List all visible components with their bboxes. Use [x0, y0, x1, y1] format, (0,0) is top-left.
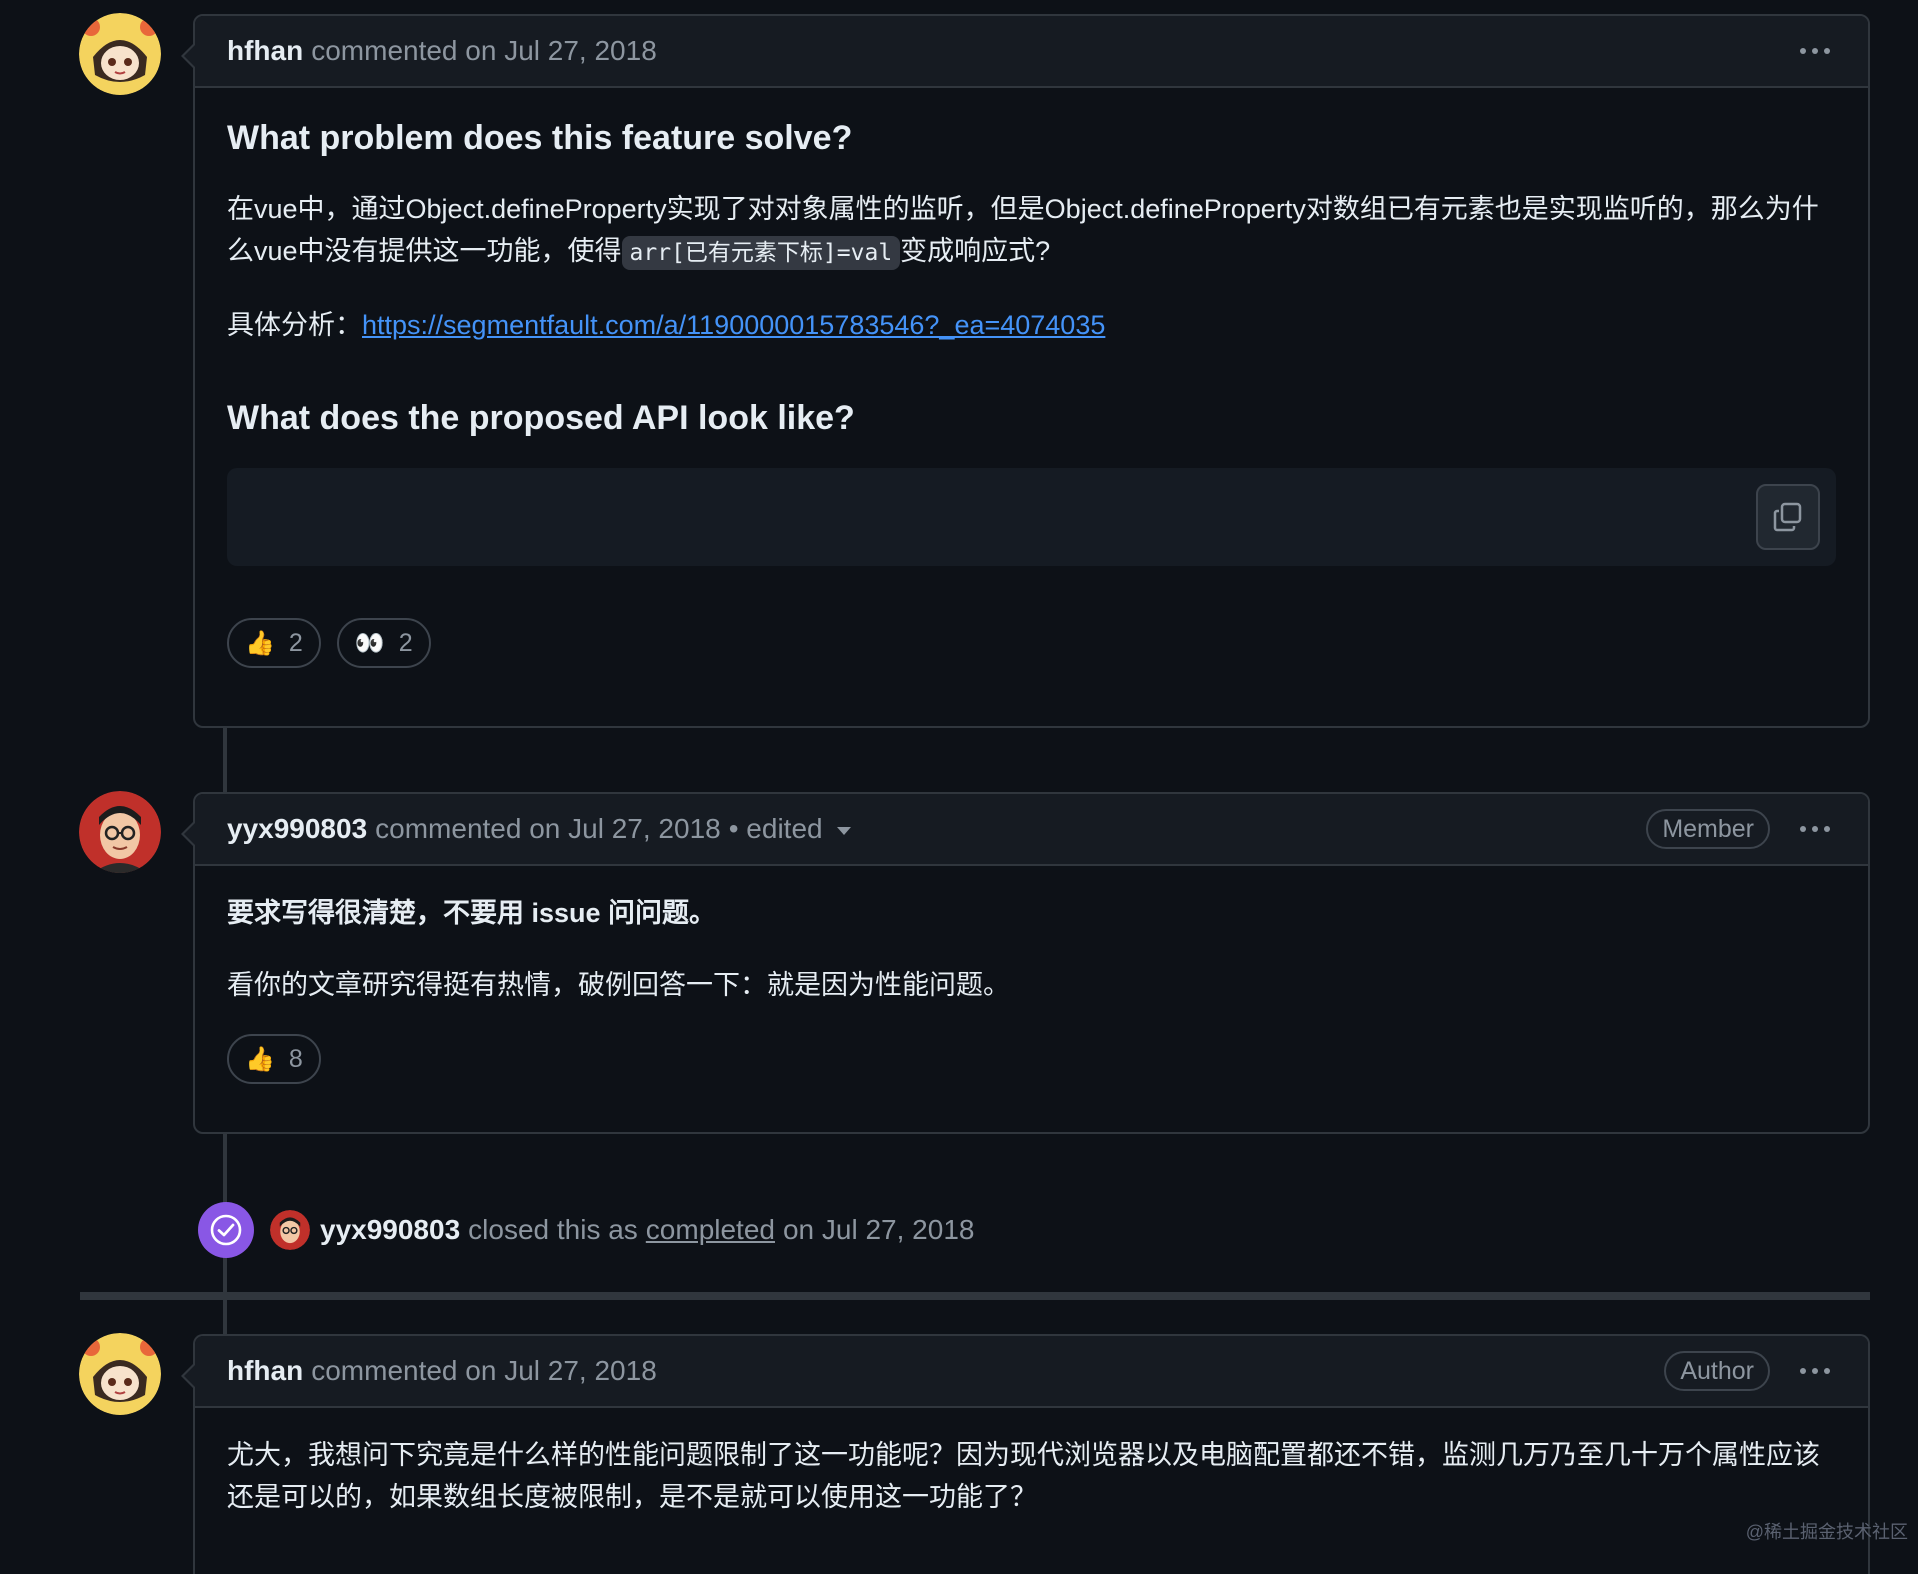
reactions-bar: 👍 8 [227, 1034, 1836, 1084]
comment-author[interactable]: hfhan [227, 35, 303, 67]
avatar-yyx990803-image [79, 791, 161, 873]
comment-header: yyx990803 commented on Jul 27, 2018 • ed… [195, 794, 1868, 866]
comment-timestamp[interactable]: commented on Jul 27, 2018 [375, 813, 721, 845]
comment-card: yyx990803 commented on Jul 27, 2018 • ed… [181, 792, 1870, 1134]
author-badge: Author [1664, 1351, 1770, 1391]
reaction-thumbs-up[interactable]: 👍 2 [227, 618, 321, 668]
more-options-icon[interactable] [1794, 1364, 1836, 1378]
analysis-link[interactable]: https://segmentfault.com/a/1190000015783… [362, 310, 1105, 340]
more-options-icon[interactable] [1794, 822, 1836, 836]
avatar-hfhan-image [79, 13, 161, 95]
copy-button[interactable] [1756, 484, 1820, 550]
comment-paragraph: 在vue中，通过Object.defineProperty实现了对对象属性的监听… [227, 188, 1836, 274]
timeline-line [223, 728, 227, 792]
inline-code: arr[已有元素下标]=val [621, 236, 901, 270]
comment-body: 要求写得很清楚，不要用 issue 问问题。 看你的文章研究得挺有热情，破例回答… [195, 866, 1868, 1114]
comment-paragraph: 尤大，我想问下究竟是什么样的性能问题限制了这一功能呢？因为现代浏览器以及电脑配置… [227, 1440, 1820, 1512]
comment-bold-line: 要求写得很清楚，不要用 issue 问问题。 [227, 898, 717, 928]
reactions-bar: 👍 2 👀 2 [227, 618, 1836, 668]
timeline-divider [80, 1292, 1870, 1300]
avatar-yyx990803-mini [270, 1210, 310, 1250]
avatar[interactable] [79, 791, 161, 873]
check-circle-icon [198, 1202, 254, 1258]
member-badge: Member [1646, 809, 1770, 849]
reaction-thumbs-up[interactable]: 👍 8 [227, 1034, 321, 1084]
comment-author[interactable]: hfhan [227, 1355, 303, 1387]
check-circle-glyph [210, 1214, 242, 1246]
avatar[interactable] [79, 13, 161, 95]
thumbs-up-icon: 👍 [245, 629, 275, 657]
more-options-icon[interactable] [1794, 44, 1836, 58]
comment-header: hfhan commented on Jul 27, 2018 Author [195, 1336, 1868, 1408]
event-actor[interactable]: yyx990803 [320, 1214, 460, 1246]
paragraph-text: 变成响应式? [900, 236, 1051, 266]
caret-down-icon [836, 827, 851, 835]
avatar[interactable] [79, 1333, 161, 1415]
comment-timestamp[interactable]: commented on Jul 27, 2018 [311, 1355, 657, 1387]
thumbs-up-icon: 👍 [245, 1045, 275, 1073]
watermark: @稀土掘金技术社区 [1745, 1522, 1908, 1542]
comment-card: hfhan commented on Jul 27, 2018 Author 尤… [181, 1334, 1870, 1574]
comment-author[interactable]: yyx990803 [227, 813, 367, 845]
avatar-hfhan-image [79, 1333, 161, 1415]
reaction-count: 2 [398, 628, 413, 657]
reaction-eyes[interactable]: 👀 2 [336, 618, 431, 668]
avatar[interactable] [270, 1210, 310, 1250]
reaction-count: 2 [288, 628, 303, 657]
edited-label: • edited [728, 813, 823, 844]
edited-dropdown[interactable]: • edited [729, 813, 851, 845]
comment-card: hfhan commented on Jul 27, 2018 What pro… [181, 14, 1870, 728]
comment-body: 尤大，我想问下究竟是什么样的性能问题限制了这一功能呢？因为现代浏览器以及电脑配置… [195, 1408, 1868, 1568]
comment-header: hfhan commented on Jul 27, 2018 [195, 16, 1868, 88]
section-heading: What problem does this feature solve? [227, 119, 853, 157]
event-timestamp[interactable]: on Jul 27, 2018 [783, 1214, 975, 1246]
completed-link[interactable]: completed [646, 1214, 775, 1245]
analysis-label: 具体分析： [227, 310, 362, 340]
code-block [227, 468, 1836, 566]
eyes-icon: 👀 [354, 629, 385, 657]
event-text: closed this as [468, 1214, 638, 1245]
comment-timestamp[interactable]: commented on Jul 27, 2018 [311, 35, 657, 67]
comment-paragraph: 看你的文章研究得挺有热情，破例回答一下：就是因为性能问题。 [227, 970, 1010, 1000]
reaction-count: 8 [288, 1044, 303, 1073]
comment-body: What problem does this feature solve? 在v… [195, 88, 1868, 698]
closed-event: yyx990803 closed this as completed on Ju… [198, 1200, 974, 1260]
section-heading: What does the proposed API look like? [227, 399, 855, 437]
analysis-paragraph: 具体分析：https://segmentfault.com/a/11900000… [227, 304, 1836, 346]
copy-icon [1773, 502, 1802, 532]
